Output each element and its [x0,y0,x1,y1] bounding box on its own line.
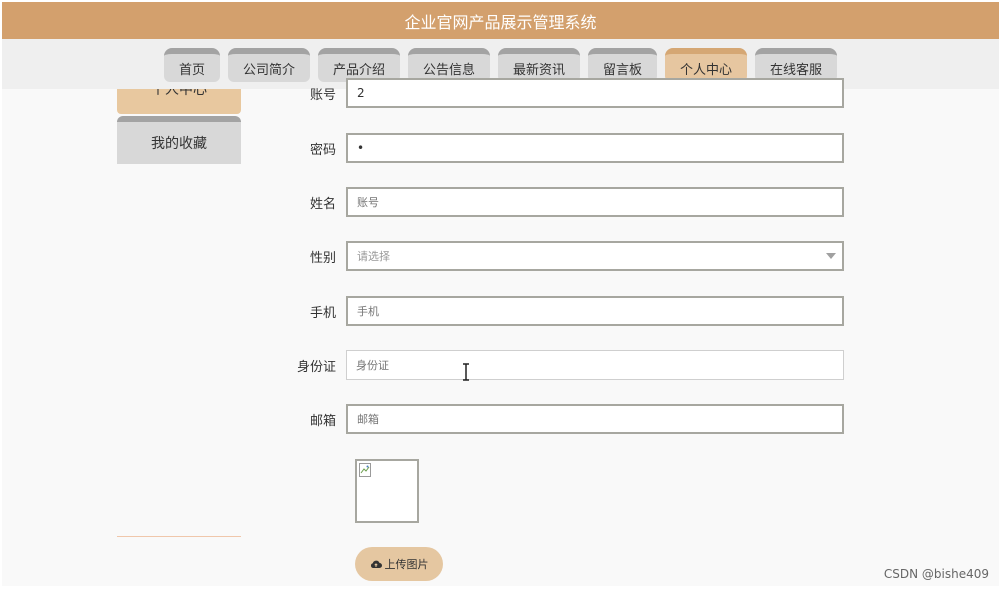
gender-select-placeholder: 请选择 [357,250,390,263]
id-card-label: 身份证 [296,359,336,375]
phone-label: 手机 [309,305,336,321]
nav-tab-home[interactable]: 首页 [163,48,220,82]
phone-field[interactable] [346,296,844,326]
nav-tab-products[interactable]: 产品介绍 [317,48,400,82]
sidebar-item-label: 我的收藏 [151,136,207,152]
email-row: 邮箱 [282,404,844,434]
name-label: 姓名 [309,196,336,212]
nav-tab-announcements[interactable]: 公告信息 [407,48,490,82]
sidebar: 个人中心 我的收藏 [117,89,241,164]
id-card-row: 身份证 [282,350,844,380]
account-label: 账号 [309,87,336,103]
avatar-preview [355,459,419,523]
id-card-field[interactable] [346,350,844,380]
gender-select[interactable]: 请选择 [346,241,844,271]
password-row: 密码 [282,133,844,163]
email-field[interactable] [346,404,844,434]
sidebar-item-personal-center[interactable]: 个人中心 [117,89,241,114]
app-title-bar: 企业官网产品展示管理系统 [2,2,999,39]
sidebar-item-favorites[interactable]: 我的收藏 [117,116,241,164]
cloud-upload-icon [370,560,382,568]
app-title: 企业官网产品展示管理系统 [404,12,597,32]
sidebar-item-label: 个人中心 [151,89,207,98]
gender-label: 性别 [309,250,336,266]
account-field[interactable] [346,78,844,108]
upload-image-button[interactable]: 上传图片 [355,547,443,581]
phone-row: 手机 [282,296,844,326]
sidebar-divider [117,536,241,537]
chevron-down-icon [826,253,836,259]
nav-tab-company-intro[interactable]: 公司简介 [227,48,310,82]
email-label: 邮箱 [309,413,336,429]
upload-button-label: 上传图片 [384,558,429,571]
password-field[interactable] [346,133,844,163]
nav-tab-news[interactable]: 最新资讯 [498,48,581,82]
name-row: 姓名 [282,187,844,217]
app-window: 企业官网产品展示管理系统 首页 公司简介 产品介绍 公告信息 最新资讯 留言板 … [2,2,999,586]
account-row: 账号 [282,78,844,108]
name-field[interactable] [346,187,844,217]
watermark: CSDN @bishe409 [883,567,989,581]
text-cursor-icon [463,363,469,381]
password-label: 密码 [309,142,336,158]
broken-image-icon [359,463,371,477]
nav-tab-message-board[interactable]: 留言板 [588,48,658,82]
gender-row: 性别 请选择 [282,241,844,271]
nav-tab-online-service[interactable]: 在线客服 [755,48,838,82]
nav-tab-personal-center[interactable]: 个人中心 [665,48,748,82]
